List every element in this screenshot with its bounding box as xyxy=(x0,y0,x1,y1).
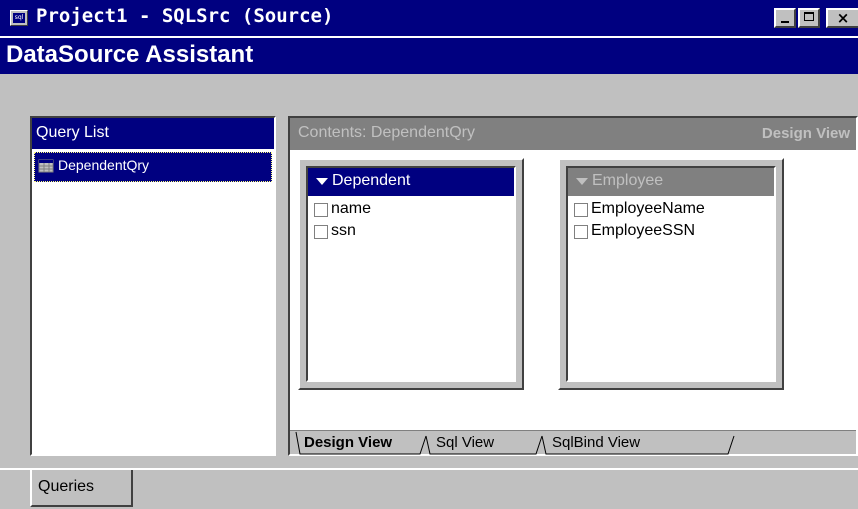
field-checkbox[interactable] xyxy=(314,225,328,239)
tab-label: Design View xyxy=(304,434,393,451)
window-title: Project1 - SQLSrc (Source) xyxy=(36,5,334,27)
tab-sql-view[interactable]: Sql View xyxy=(426,431,540,455)
table-box-dependent[interactable]: Dependent name ssn xyxy=(298,158,524,390)
table-field-list: Employee EmployeeName EmployeeSSN xyxy=(566,166,776,382)
collapse-triangle-icon[interactable] xyxy=(576,178,588,185)
tab-label: Queries xyxy=(38,478,95,495)
sql-app-icon[interactable]: sql xyxy=(10,10,28,26)
query-list-item[interactable]: DependentQry xyxy=(34,152,272,182)
table-name: Dependent xyxy=(332,172,411,189)
query-list-pane: Query List DependentQry xyxy=(30,116,276,456)
assistant-header: DataSource Assistant xyxy=(0,36,858,74)
tab-sqlbind-view[interactable]: SqlBind View xyxy=(542,431,732,455)
close-icon: × xyxy=(836,9,850,27)
field-label: EmployeeSSN xyxy=(591,222,696,239)
minimize-icon xyxy=(776,10,794,26)
maximize-icon xyxy=(800,10,818,26)
view-tabstrip: Design View Sql View SqlBind View xyxy=(290,430,856,455)
table-header[interactable]: Employee xyxy=(568,168,774,196)
maximize-button[interactable] xyxy=(798,8,820,28)
query-list-header: Query List xyxy=(32,118,274,150)
table-box-employee[interactable]: Employee EmployeeName EmployeeSSN xyxy=(558,158,784,390)
window-title-bar[interactable]: sql Project1 - SQLSrc (Source) × xyxy=(0,0,858,36)
table-field-list: Dependent name ssn xyxy=(306,166,516,382)
field-label: EmployeeName xyxy=(591,200,705,217)
tab-label: Sql View xyxy=(436,434,495,451)
field-label: name xyxy=(331,200,372,217)
tab-label: SqlBind View xyxy=(552,434,641,451)
view-mode-label: Design View xyxy=(761,125,850,142)
close-button[interactable]: × xyxy=(826,8,858,28)
minimize-button[interactable] xyxy=(774,8,796,28)
tab-queries[interactable]: Queries xyxy=(30,470,133,507)
contents-heading: Contents: DependentQry xyxy=(298,124,475,141)
query-item-label: DependentQry xyxy=(58,157,150,173)
contents-pane: Contents: DependentQry Design View Depen… xyxy=(288,116,858,456)
tab-design-view[interactable]: Design View xyxy=(294,431,424,455)
assistant-title: DataSource Assistant xyxy=(6,41,254,68)
collapse-triangle-icon[interactable] xyxy=(316,178,328,185)
field-label: ssn xyxy=(331,222,356,239)
table-name: Employee xyxy=(592,172,664,189)
query-grid-icon xyxy=(38,159,54,173)
field-checkbox[interactable] xyxy=(574,225,588,239)
contents-header: Contents: DependentQry Design View xyxy=(290,118,856,150)
field-checkbox[interactable] xyxy=(574,203,588,217)
field-checkbox[interactable] xyxy=(314,203,328,217)
table-header[interactable]: Dependent xyxy=(308,168,514,196)
query-list-heading: Query List xyxy=(36,124,109,141)
